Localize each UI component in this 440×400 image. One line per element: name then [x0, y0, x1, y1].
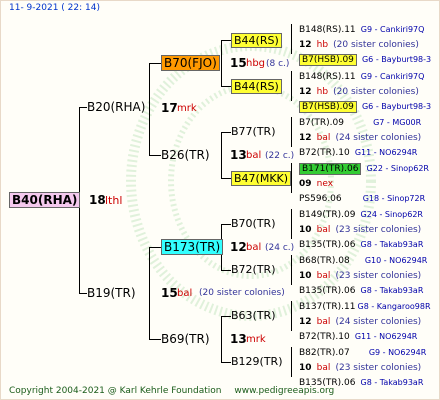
root-tag: lthl [105, 194, 123, 207]
connector [221, 270, 231, 271]
connector [221, 362, 231, 363]
connector [291, 71, 292, 101]
connector [221, 86, 231, 87]
gen2-a-queen[interactable]: B70(FJO) [161, 55, 220, 71]
gen2-d-tag: mrk [246, 334, 266, 345]
connector [221, 132, 222, 178]
gen2-c-count: 12 [230, 240, 247, 254]
gen2-b-count: 13 [230, 148, 247, 162]
connector [221, 40, 222, 86]
gen3-queen[interactable]: B77(TR) [231, 125, 276, 138]
gen3-queen[interactable]: B63(TR) [231, 309, 276, 322]
connector [79, 107, 87, 108]
gen1-top-queen[interactable]: B20(RHA) [87, 100, 145, 114]
gen2-b-sisters: (22 c.) [265, 151, 295, 161]
connector [149, 63, 161, 64]
gen4-lineage: G22 - Sinop62R [366, 164, 429, 173]
connector [221, 224, 231, 225]
gen1-bottom-queen[interactable]: B19(TR) [87, 286, 136, 300]
gen2-d-queen[interactable]: B69(TR) [161, 332, 210, 346]
gen3-queen[interactable]: B129(TR) [231, 355, 283, 368]
connector [291, 301, 292, 331]
gen2-c-tag: bal [246, 242, 262, 253]
gen2-c-queen[interactable]: B173(TR) [161, 239, 224, 255]
connector [221, 178, 231, 179]
connector [291, 163, 292, 193]
connector [291, 255, 292, 285]
connector [291, 209, 292, 239]
gen2-b-queen[interactable]: B26(TR) [161, 148, 210, 162]
gen1-bottom-count: 15 [161, 286, 178, 300]
gen3-queen[interactable]: B47(MKK) [231, 171, 292, 186]
gen4-lineage: G6 - Bayburt98-3 [361, 55, 432, 64]
connector [291, 117, 292, 147]
connector [291, 24, 292, 54]
gen2-b-tag: bal [246, 150, 262, 161]
pedigree-panel: 11- 9-2021 ( 22: 14) B40(RHA) 18 lthl B2… [0, 0, 440, 400]
connector [221, 132, 231, 133]
connector [221, 316, 231, 317]
gen1-top-count: 17 [161, 101, 178, 115]
gen3-queen[interactable]: B44(RS) [231, 79, 282, 94]
connector [221, 316, 222, 362]
gen1-bottom-sisters: (20 sister colonies) [199, 288, 285, 298]
connector [149, 247, 150, 339]
gen3-queen[interactable]: B72(TR) [231, 263, 276, 276]
gen1-bottom-tag: bal [177, 288, 193, 299]
connector [149, 155, 161, 156]
report-date: 11- 9-2021 ( 22: 14) [9, 3, 100, 13]
gen2-a-count: 15 [230, 56, 247, 70]
gen2-a-tag: hbg [246, 58, 266, 69]
connector [149, 339, 161, 340]
gen4-lineage: G8 - Takab93aR [360, 378, 424, 387]
gen3-queen[interactable]: B44(RS) [231, 33, 282, 48]
root-generation-count: 18 [89, 193, 106, 207]
site-link[interactable]: www.pedigreeapis.org [234, 386, 334, 396]
connector [291, 347, 292, 377]
connector [221, 40, 231, 41]
gen1-top-tag: mrk [177, 103, 197, 114]
gen2-a-sisters: (8 c.) [266, 59, 290, 69]
connector [149, 247, 161, 248]
copyright-text: Copyright 2004-2021 @ Karl Kehrle Founda… [9, 386, 222, 396]
gen2-c-sisters: (24 c.) [265, 243, 295, 253]
connector [149, 63, 150, 155]
gen3-queen[interactable]: B70(TR) [231, 217, 276, 230]
footer: Copyright 2004-2021 @ Karl Kehrle Founda… [9, 386, 334, 396]
connector [79, 293, 87, 294]
gen2-d-count: 13 [230, 332, 247, 346]
root-queen[interactable]: B40(RHA) [9, 192, 81, 208]
